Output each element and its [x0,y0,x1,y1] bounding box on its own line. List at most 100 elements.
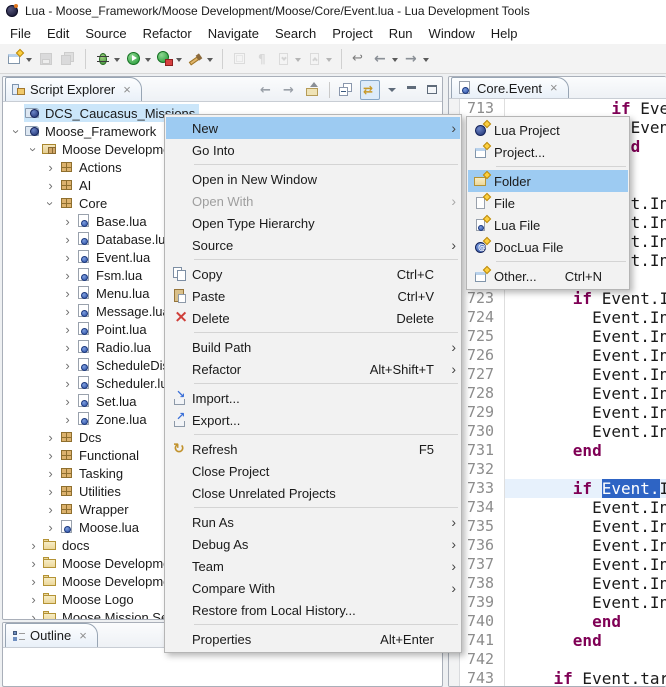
menu-item-properties[interactable]: PropertiesAlt+Enter [166,628,460,650]
menubar-item-navigate[interactable]: Navigate [200,23,267,44]
menu-item-open-type-hierarchy[interactable]: Open Type Hierarchy [166,212,460,234]
menu-item-build-path[interactable]: Build Path› [166,336,460,358]
chevron-icon[interactable]: › [44,196,57,211]
chevron-icon[interactable]: › [60,287,75,300]
menubar-item-window[interactable]: Window [421,23,483,44]
tab-script-explorer[interactable]: Script Explorer × [5,77,142,101]
chevron-icon[interactable]: › [60,377,75,390]
chevron-icon[interactable]: › [60,233,75,246]
tab-core-event[interactable]: Core.Event × [451,77,569,98]
dropdown-caret[interactable] [145,58,151,65]
code-line-741[interactable]: 741 end [460,631,666,650]
menu-item-file[interactable]: File [468,192,628,214]
chevron-icon[interactable]: › [43,179,58,192]
chevron-icon[interactable]: › [60,395,75,408]
format-button[interactable] [185,47,216,71]
menu-item-close-unrelated-projects[interactable]: Close Unrelated Projects [166,482,460,504]
dropdown-caret[interactable] [392,58,398,65]
maximize-button[interactable] [424,81,439,99]
menu-item-lua-file[interactable]: Lua File [468,214,628,236]
menu-item-team[interactable]: Team› [166,555,460,577]
code-line-727[interactable]: 727 Event.IniUnit = UNIT:FindByName( Eve… [460,365,666,384]
chevron-icon[interactable]: › [43,431,58,444]
menu-item-close-project[interactable]: Close Project [166,460,460,482]
dropdown-caret[interactable] [114,58,120,65]
menu-item-open-in-new-window[interactable]: Open in New Window [166,168,460,190]
menubar-item-project[interactable]: Project [324,23,380,44]
menubar-item-source[interactable]: Source [77,23,134,44]
menu-item-go-into[interactable]: Go Into [166,139,460,161]
menu-item-new[interactable]: New› [166,117,460,139]
menubar-item-help[interactable]: Help [483,23,526,44]
dropdown-caret[interactable] [423,58,429,65]
menu-item-copy[interactable]: CopyCtrl+C [166,263,460,285]
code-line-743[interactable]: 743 if Event.target then [460,669,666,686]
menu-item-debug-as[interactable]: Debug As› [166,533,460,555]
code-line-733[interactable]: 733 if Event.IniObjectCategory == Object… [460,479,666,498]
code-line-740[interactable]: 740 end [460,612,666,631]
code-line-736[interactable]: 736 Event.IniUnitName = Event.IniDCSUnit… [460,536,666,555]
menubar-item-run[interactable]: Run [381,23,421,44]
minimize-button[interactable] [404,81,419,99]
chevron-icon[interactable]: › [43,503,58,516]
run-last-button[interactable] [154,47,185,71]
menu-item-lua-project[interactable]: Lua Project [468,119,628,141]
close-icon[interactable]: × [79,631,87,641]
menu-item-refactor[interactable]: RefactorAlt+Shift+T› [166,358,460,380]
code-line-728[interactable]: 728 Event.IniCategory = Event.IniDCSUnit… [460,384,666,403]
menu-item-run-as[interactable]: Run As› [166,511,460,533]
up-folder-button[interactable] [304,81,322,99]
chevron-icon[interactable]: › [43,485,58,498]
menu-item-doclua-file[interactable]: DocLua File [468,236,628,258]
code-line-723[interactable]: 723 if Event.IniObjectCategory == Object… [460,289,666,308]
dropdown-caret[interactable] [26,58,32,65]
menubar-item-file[interactable]: File [2,23,39,44]
chevron-icon[interactable]: › [43,449,58,462]
chevron-icon[interactable]: › [26,611,41,620]
chevron-icon[interactable]: › [60,413,75,426]
chevron-icon[interactable]: › [60,215,75,228]
chevron-icon[interactable]: › [10,124,23,139]
view-menu-button[interactable] [385,81,399,99]
code-line-726[interactable]: 726 Event.IniUnitName = Event.IniDCSUnit… [460,346,666,365]
chevron-icon[interactable]: › [43,467,58,480]
code-line-742[interactable]: 742 [460,650,666,669]
debug-button[interactable] [92,47,123,71]
menubar-item-refactor[interactable]: Refactor [135,23,200,44]
menu-item-other[interactable]: Other...Ctrl+N [468,265,628,287]
run-button[interactable] [123,47,154,71]
link-with-editor-button[interactable] [360,80,380,100]
chevron-icon[interactable]: › [60,359,75,372]
code-line-732[interactable]: 732 [460,460,666,479]
forward-button[interactable] [401,47,432,71]
code-line-725[interactable]: 725 Event.IniDCSUnitName = Event.IniDCSU… [460,327,666,346]
new-wizard-button[interactable] [4,47,35,71]
menu-item-source[interactable]: Source› [166,234,460,256]
code-line-731[interactable]: 731 end [460,441,666,460]
chevron-icon[interactable]: › [27,142,40,157]
code-line-739[interactable]: 739 Event.IniTypeName = Event.IniDCSUnit… [460,593,666,612]
chevron-icon[interactable]: › [26,593,41,606]
chevron-icon[interactable]: › [26,557,41,570]
tab-outline[interactable]: Outline × [5,623,98,647]
close-icon[interactable]: × [123,85,131,95]
view-back-button[interactable] [258,81,276,99]
dropdown-caret[interactable] [207,58,213,65]
menubar-item-edit[interactable]: Edit [39,23,77,44]
dropdown-caret[interactable] [176,58,182,65]
chevron-icon[interactable]: › [60,323,75,336]
code-line-730[interactable]: 730 Event.IniCoalition = Event.IniDCSUni… [460,422,666,441]
chevron-icon[interactable]: › [60,251,75,264]
code-line-735[interactable]: 735 Event.IniDCSUnitName = Event.IniDCSU… [460,517,666,536]
menu-item-paste[interactable]: PasteCtrl+V [166,285,460,307]
menu-item-export[interactable]: Export... [166,409,460,431]
chevron-icon[interactable]: › [26,575,41,588]
menu-item-import[interactable]: Import... [166,387,460,409]
view-forward-button[interactable] [281,81,299,99]
code-line-724[interactable]: 724 Event.IniDCSUnit = Event.initiator [460,308,666,327]
chevron-icon[interactable]: › [26,539,41,552]
chevron-icon[interactable]: › [60,341,75,354]
chevron-icon[interactable]: › [60,305,75,318]
code-line-738[interactable]: 738 Event.IniCategory = Event.IniDCSUnit… [460,574,666,593]
menu-item-restore-from-local-history[interactable]: Restore from Local History... [166,599,460,621]
